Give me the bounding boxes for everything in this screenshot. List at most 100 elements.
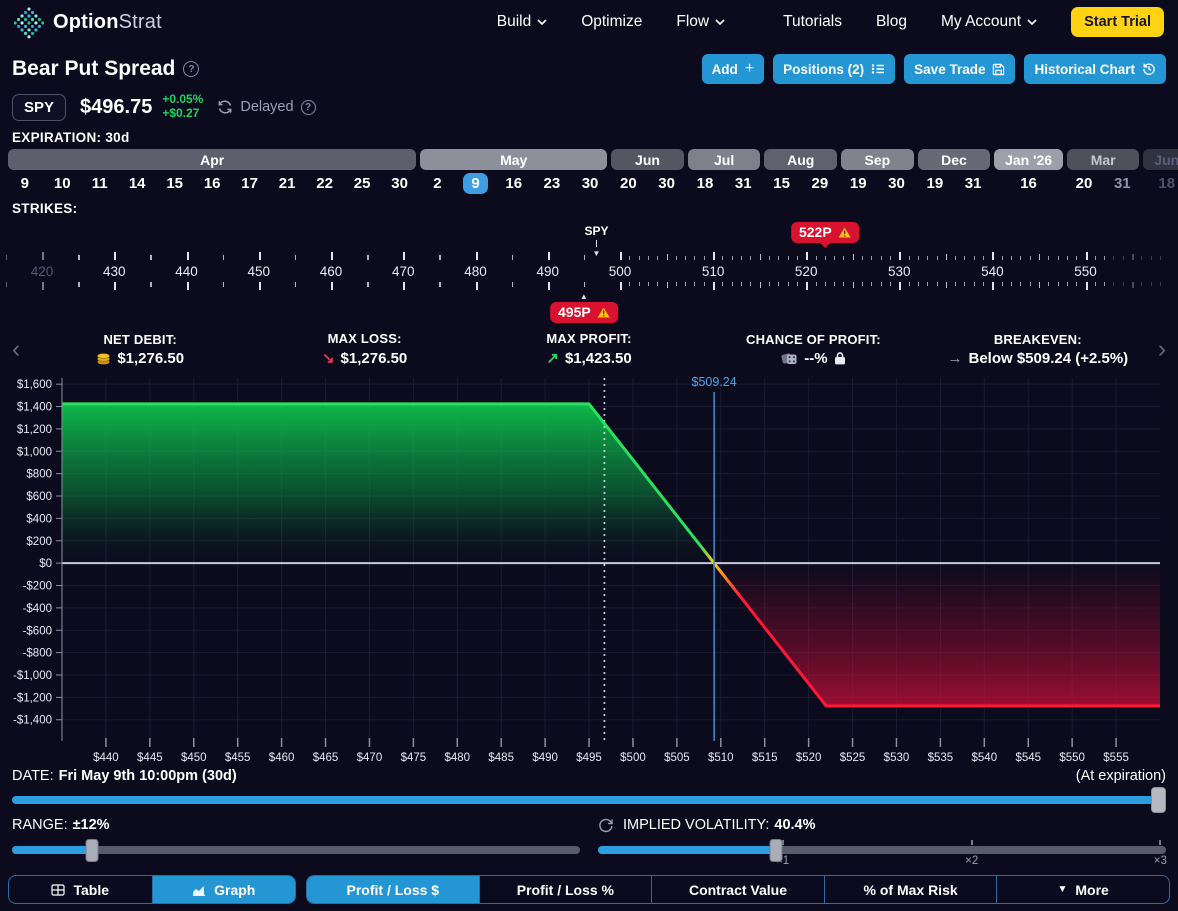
optionstrat-logo[interactable]: OptionStrat — [14, 5, 162, 39]
warning-icon — [597, 307, 610, 318]
expiration-date[interactable]: 31 — [965, 175, 982, 192]
stat-max-loss: MAX LOSS: ↘$1,276.50 — [252, 331, 476, 367]
ruler-tick — [788, 282, 789, 286]
save-trade-button[interactable]: Save Trade — [904, 54, 1015, 84]
expiration-date[interactable]: 10 — [54, 175, 71, 192]
expiration-month-pill[interactable]: May — [420, 149, 607, 170]
expiration-month-pill[interactable]: Jul — [688, 149, 761, 170]
date-slider[interactable] — [12, 791, 1166, 809]
delayed-help-icon[interactable]: ? — [301, 100, 316, 115]
range-slider[interactable] — [12, 839, 580, 865]
expiration-date[interactable]: 17 — [241, 175, 258, 192]
tab-table[interactable]: Table — [9, 876, 153, 903]
range-slider-handle[interactable] — [85, 839, 98, 862]
expiration-date[interactable]: 30 — [582, 175, 599, 192]
stats-prev-chevron[interactable]: ‹ — [4, 337, 28, 362]
x-axis-label: $510 — [708, 752, 734, 764]
expiration-date[interactable]: 30 — [658, 175, 675, 192]
expiration-month-pill[interactable]: Mar — [1067, 149, 1140, 170]
iv-value: 40.4% — [774, 817, 815, 833]
iv-slider[interactable]: ×3×2×1 — [598, 839, 1166, 865]
expiration-month-pill[interactable]: Aug — [764, 149, 837, 170]
nav-item-flow[interactable]: Flow — [676, 13, 725, 31]
expiration-date[interactable]: 22 — [316, 175, 333, 192]
nav-item-optimize[interactable]: Optimize — [581, 13, 642, 31]
ruler-strike-label: 480 — [464, 264, 487, 279]
expiration-date[interactable]: 19 — [926, 175, 943, 192]
stats-next-chevron[interactable]: › — [1150, 337, 1174, 362]
expiration-month-pill[interactable]: Jun — [1143, 149, 1178, 170]
tab-more[interactable]: ▼More — [997, 876, 1169, 903]
ruler-tick — [403, 252, 405, 260]
ruler-tick — [946, 282, 948, 288]
nav-item-my-account[interactable]: My Account — [941, 13, 1037, 31]
profit-arrow-icon: ↗ — [546, 349, 559, 367]
expiration-date[interactable]: 23 — [544, 175, 561, 192]
expiration-date[interactable]: 31 — [1114, 175, 1131, 192]
expiration-date[interactable]: 18 — [1158, 175, 1175, 192]
add-leg-button[interactable]: Add+ — [702, 54, 765, 84]
expiration-date[interactable]: 30 — [888, 175, 905, 192]
x-axis-label: $555 — [1103, 752, 1129, 764]
ruler-strike-label: 500 — [609, 264, 632, 279]
ruler-tick — [295, 282, 297, 287]
date-slider-track[interactable] — [12, 796, 1166, 804]
nav-item-blog[interactable]: Blog — [876, 13, 907, 31]
lock-icon — [834, 351, 846, 365]
expiration-date[interactable]: 16 — [1020, 175, 1037, 192]
reset-iv-icon[interactable] — [598, 817, 614, 833]
strikes-ruler[interactable]: 522P SPY ▼ ▲ 495P 4204304404504604704804… — [0, 220, 1178, 326]
expiration-date[interactable]: 15 — [773, 175, 790, 192]
table-icon — [51, 884, 65, 896]
ruler-tick — [367, 282, 369, 287]
expiration-month-pill[interactable]: Jan '26 — [994, 149, 1063, 170]
ruler-tick — [295, 255, 297, 260]
expiration-date[interactable]: 11 — [92, 175, 108, 192]
expiration-date[interactable]: 15 — [166, 175, 183, 192]
expiration-month-pill[interactable]: Apr — [8, 149, 416, 170]
ruler-tick — [548, 252, 550, 260]
expiration-date[interactable]: 21 — [279, 175, 296, 192]
upper-strike-badge[interactable]: 522P — [791, 222, 859, 243]
pl-chart[interactable]: $509.24$1,600$1,400$1,200$1,000$800$600$… — [0, 372, 1178, 764]
expiration-date[interactable]: 9 — [463, 173, 487, 194]
positions-button[interactable]: Positions (2) — [773, 54, 895, 84]
expiration-date[interactable]: 9 — [21, 175, 29, 192]
expiration-date[interactable]: 14 — [129, 175, 146, 192]
expiration-date[interactable]: 18 — [697, 175, 714, 192]
expiration-date[interactable]: 30 — [391, 175, 408, 192]
iv-slider-handle[interactable] — [769, 839, 782, 862]
expiration-date[interactable]: 19 — [850, 175, 867, 192]
strategy-help-icon[interactable]: ? — [183, 61, 199, 77]
expiration-date[interactable]: 25 — [354, 175, 371, 192]
start-trial-button[interactable]: Start Trial — [1071, 7, 1164, 37]
expiration-date[interactable]: 20 — [1076, 175, 1093, 192]
expiration-month-pill[interactable]: Jun — [611, 149, 684, 170]
expiration-date[interactable]: 20 — [620, 175, 637, 192]
refresh-icon[interactable] — [217, 100, 233, 114]
expiration-date[interactable]: 29 — [812, 175, 829, 192]
nav-item-tutorials[interactable]: Tutorials — [783, 13, 842, 31]
ruler-tick — [694, 282, 695, 286]
expiration-date[interactable]: 31 — [735, 175, 752, 192]
ruler-tick — [1067, 256, 1068, 260]
expiration-month-pill[interactable]: Dec — [918, 149, 991, 170]
expiration-date[interactable]: 16 — [505, 175, 522, 192]
tab-profit-loss-[interactable]: Profit / Loss $ — [307, 876, 480, 903]
historical-chart-button[interactable]: Historical Chart — [1024, 54, 1166, 84]
warning-icon — [838, 227, 851, 238]
nav-item-build[interactable]: Build — [497, 13, 547, 31]
expiration-date[interactable]: 16 — [204, 175, 221, 192]
tab-profit-loss-[interactable]: Profit / Loss % — [480, 876, 653, 903]
tab-graph[interactable]: Graph — [153, 876, 296, 903]
lower-strike-badge[interactable]: 495P — [550, 302, 618, 323]
expiration-date[interactable]: 2 — [433, 175, 441, 192]
ruler-tick — [1160, 282, 1161, 286]
tab-contract-value[interactable]: Contract Value — [652, 876, 825, 903]
date-slider-handle[interactable] — [1151, 787, 1166, 813]
ruler-tick — [983, 256, 984, 260]
loss-area — [714, 563, 1160, 706]
symbol-input[interactable]: SPY — [12, 94, 66, 121]
tab--of-max-risk[interactable]: % of Max Risk — [825, 876, 998, 903]
expiration-month-pill[interactable]: Sep — [841, 149, 914, 170]
